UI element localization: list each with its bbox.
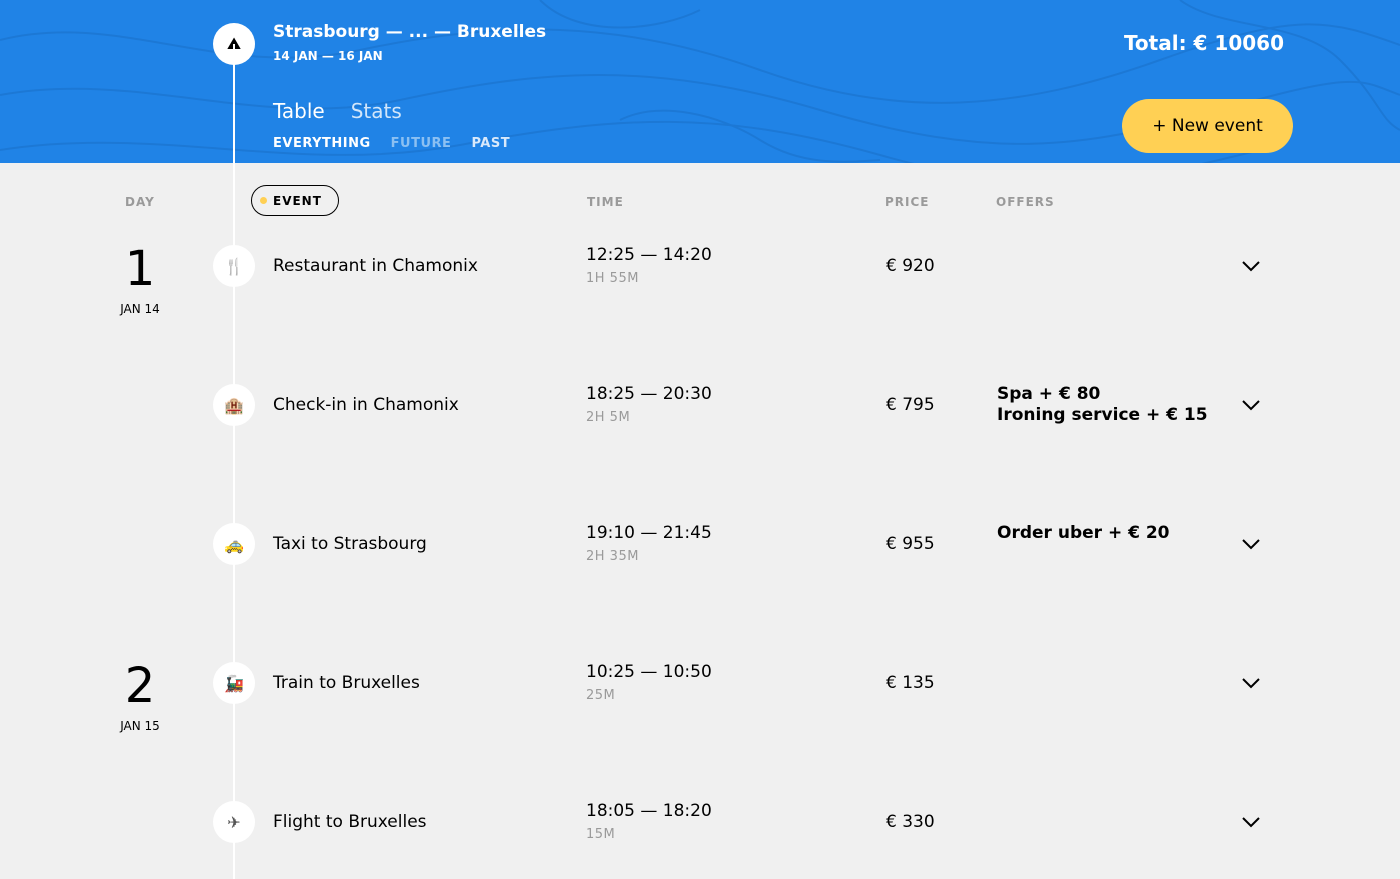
event-row: 🍴 Restaurant in Chamonix 12:25 — 14:20 1H 5… — [0, 245, 1400, 335]
event-time: 19:10 — 21:45 — [586, 523, 712, 543]
column-price[interactable]: PRICE — [885, 195, 930, 209]
event-duration: 25M — [586, 688, 616, 703]
tab-stats[interactable]: Stats — [351, 99, 402, 123]
flight-icon: ✈ — [213, 801, 255, 843]
event-time: 10:25 — 10:50 — [586, 662, 712, 682]
column-offers: OFFERS — [996, 195, 1055, 209]
restaurant-icon: 🍴 — [213, 245, 255, 287]
event-duration: 2H 5M — [586, 410, 631, 425]
event-row: 🚕 Taxi to Strasbourg 19:10 — 21:45 2H 35M € … — [0, 523, 1400, 613]
filter-future[interactable]: FUTURE — [391, 136, 452, 151]
offer-item: Spa + € 80 — [997, 384, 1101, 404]
sort-event-button[interactable]: EVENT — [251, 185, 339, 216]
event-title: Taxi to Strasbourg — [273, 534, 427, 554]
trip-title: Strasbourg — ... — Bruxelles — [273, 22, 547, 42]
tab-table[interactable]: Table — [273, 99, 325, 123]
column-time[interactable]: TIME — [587, 195, 624, 209]
event-duration: 15M — [586, 827, 616, 842]
event-title: Train to Bruxelles — [273, 673, 420, 693]
event-time: 18:25 — 20:30 — [586, 384, 712, 404]
chevron-down-icon[interactable] — [1236, 251, 1266, 281]
view-tabs: Table Stats — [273, 99, 402, 123]
event-time: 18:05 — 18:20 — [586, 801, 712, 821]
chevron-down-icon[interactable] — [1236, 390, 1266, 420]
event-row: 🚂 Train to Bruxelles 10:25 — 10:50 25M € 135 — [0, 662, 1400, 752]
event-price: € 955 — [886, 534, 935, 554]
taxi-icon: 🚕 — [213, 523, 255, 565]
filter-everything[interactable]: EVERYTHING — [273, 136, 371, 151]
chevron-down-icon[interactable] — [1236, 668, 1266, 698]
offer-item: Order uber + € 20 — [997, 523, 1170, 543]
event-row: ✈ Flight to Bruxelles 18:05 — 18:20 15M € 33… — [0, 801, 1400, 879]
event-price: € 330 — [886, 812, 935, 832]
column-day: DAY — [125, 195, 155, 209]
event-title: Restaurant in Chamonix — [273, 256, 478, 276]
event-price: € 920 — [886, 256, 935, 276]
chevron-down-icon[interactable] — [1236, 807, 1266, 837]
offer-item: Ironing service + € 15 — [997, 405, 1208, 425]
chevron-down-icon[interactable] — [1236, 529, 1266, 559]
event-offers: Order uber + € 20 — [997, 523, 1170, 544]
active-sort-dot — [260, 197, 267, 204]
filter-past[interactable]: PAST — [471, 136, 510, 151]
event-price: € 135 — [886, 673, 935, 693]
event-title: Check-in in Chamonix — [273, 395, 459, 415]
event-row: 🏨 Check-in in Chamonix 18:25 — 20:30 2H 5M €… — [0, 384, 1400, 474]
event-filters: EVERYTHING FUTURE PAST — [273, 136, 510, 151]
trip-header: ⛰ Strasbourg — ... — Bruxelles 14 JAN — … — [0, 0, 1400, 163]
event-offers: Spa + € 80 Ironing service + € 15 — [997, 384, 1208, 426]
hotel-icon: 🏨 — [213, 384, 255, 426]
event-time: 12:25 — 14:20 — [586, 245, 712, 265]
column-event-label: EVENT — [273, 193, 322, 208]
trip-dates: 14 JAN — 16 JAN — [273, 49, 383, 63]
train-icon: 🚂 — [213, 662, 255, 704]
trip-total: Total: € 10060 — [1123, 31, 1284, 55]
event-price: € 795 — [886, 395, 935, 415]
event-duration: 2H 35M — [586, 549, 639, 564]
new-event-button[interactable]: + New event — [1122, 99, 1293, 153]
event-duration: 1H 55M — [586, 271, 639, 286]
event-title: Flight to Bruxelles — [273, 812, 427, 832]
